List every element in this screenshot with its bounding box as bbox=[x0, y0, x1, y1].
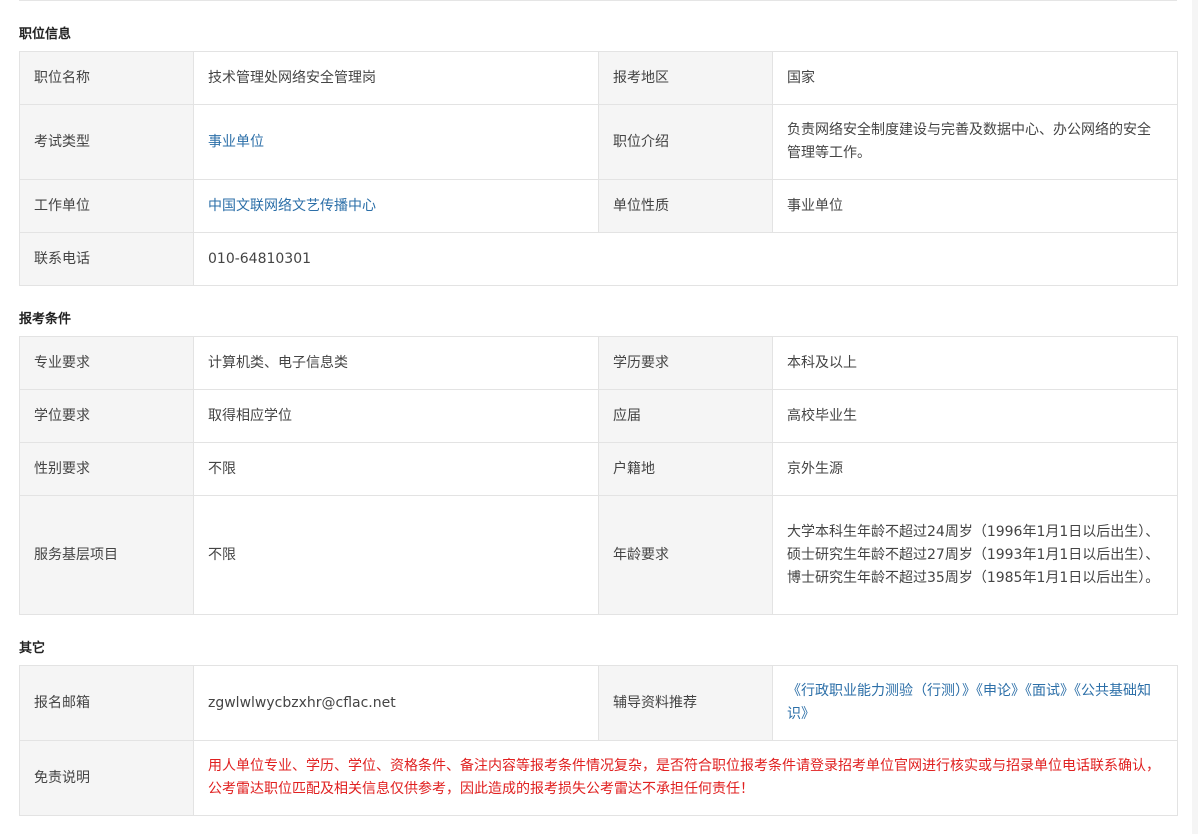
table-row: 专业要求 计算机类、电子信息类 学历要求 本科及以上 bbox=[19, 336, 1178, 390]
value-education: 本科及以上 bbox=[772, 336, 1178, 390]
value-exam-region: 国家 bbox=[772, 51, 1178, 105]
table-row: 免责说明 用人单位专业、学历、学位、资格条件、备注内容等报考条件情况复杂，是否符… bbox=[19, 740, 1178, 816]
section-title-position-info: 职位信息 bbox=[19, 27, 72, 42]
label-signup-email: 报名邮箱 bbox=[19, 665, 194, 741]
label-grassroots-project: 服务基层项目 bbox=[19, 495, 194, 615]
value-grassroots-project: 不限 bbox=[193, 495, 599, 615]
label-age: 年龄要求 bbox=[598, 495, 773, 615]
value-disclaimer: 用人单位专业、学历、学位、资格条件、备注内容等报考条件情况复杂，是否符合职位报考… bbox=[193, 740, 1178, 816]
label-education: 学历要求 bbox=[598, 336, 773, 390]
label-disclaimer: 免责说明 bbox=[19, 740, 194, 816]
table-row: 联系电话 010-64810301 bbox=[19, 232, 1178, 286]
exam-type-link[interactable]: 事业单位 bbox=[193, 104, 599, 180]
table-row: 考试类型 事业单位 职位介绍 负责网络安全制度建设与完善及数据中心、办公网络的安… bbox=[19, 104, 1178, 180]
label-study-materials: 辅导资料推荐 bbox=[598, 665, 773, 741]
label-household: 户籍地 bbox=[598, 442, 773, 496]
value-fresh-graduate: 高校毕业生 bbox=[772, 389, 1178, 443]
value-position-intro: 负责网络安全制度建设与完善及数据中心、办公网络的安全管理等工作。 bbox=[772, 104, 1178, 180]
scrollbar-track[interactable] bbox=[1192, 0, 1198, 834]
table-row: 职位名称 技术管理处网络安全管理岗 报考地区 国家 bbox=[19, 51, 1178, 105]
top-divider bbox=[19, 0, 1177, 1]
position-info-table: 职位名称 技术管理处网络安全管理岗 报考地区 国家 考试类型 事业单位 职位介绍… bbox=[19, 51, 1178, 286]
employer-link[interactable]: 中国文联网络文艺传播中心 bbox=[193, 179, 599, 233]
value-degree: 取得相应学位 bbox=[193, 389, 599, 443]
label-major: 专业要求 bbox=[19, 336, 194, 390]
label-degree: 学位要求 bbox=[19, 389, 194, 443]
table-row: 性别要求 不限 户籍地 京外生源 bbox=[19, 442, 1178, 496]
label-position-intro: 职位介绍 bbox=[598, 104, 773, 180]
value-household: 京外生源 bbox=[772, 442, 1178, 496]
other-table: 报名邮箱 zgwlwlwycbzxhr@cflac.net 辅导资料推荐 《行政… bbox=[19, 665, 1178, 816]
value-age: 大学本科生年龄不超过24周岁（1996年1月1日以后出生）、硕士研究生年龄不超过… bbox=[772, 495, 1178, 615]
section-title-requirements: 报考条件 bbox=[19, 312, 72, 327]
section-title-other: 其它 bbox=[19, 641, 46, 656]
label-exam-region: 报考地区 bbox=[598, 51, 773, 105]
table-row: 报名邮箱 zgwlwlwycbzxhr@cflac.net 辅导资料推荐 《行政… bbox=[19, 665, 1178, 741]
label-unit-nature: 单位性质 bbox=[598, 179, 773, 233]
study-materials-link[interactable]: 《行政职业能力测验（行测）》《申论》《面试》《公共基础知识》 bbox=[772, 665, 1178, 741]
value-position-name: 技术管理处网络安全管理岗 bbox=[193, 51, 599, 105]
requirements-table: 专业要求 计算机类、电子信息类 学历要求 本科及以上 学位要求 取得相应学位 应… bbox=[19, 336, 1178, 615]
table-row: 工作单位 中国文联网络文艺传播中心 单位性质 事业单位 bbox=[19, 179, 1178, 233]
table-row: 服务基层项目 不限 年龄要求 大学本科生年龄不超过24周岁（1996年1月1日以… bbox=[19, 495, 1178, 615]
label-employer: 工作单位 bbox=[19, 179, 194, 233]
value-phone: 010-64810301 bbox=[193, 232, 1178, 286]
value-signup-email: zgwlwlwycbzxhr@cflac.net bbox=[193, 665, 599, 741]
label-exam-type: 考试类型 bbox=[19, 104, 194, 180]
label-position-name: 职位名称 bbox=[19, 51, 194, 105]
table-row: 学位要求 取得相应学位 应届 高校毕业生 bbox=[19, 389, 1178, 443]
job-detail-page: 职位信息 职位名称 技术管理处网络安全管理岗 报考地区 国家 考试类型 事业单位… bbox=[0, 0, 1198, 834]
label-gender: 性别要求 bbox=[19, 442, 194, 496]
label-fresh-graduate: 应届 bbox=[598, 389, 773, 443]
value-major: 计算机类、电子信息类 bbox=[193, 336, 599, 390]
value-unit-nature: 事业单位 bbox=[772, 179, 1178, 233]
value-gender: 不限 bbox=[193, 442, 599, 496]
label-phone: 联系电话 bbox=[19, 232, 194, 286]
